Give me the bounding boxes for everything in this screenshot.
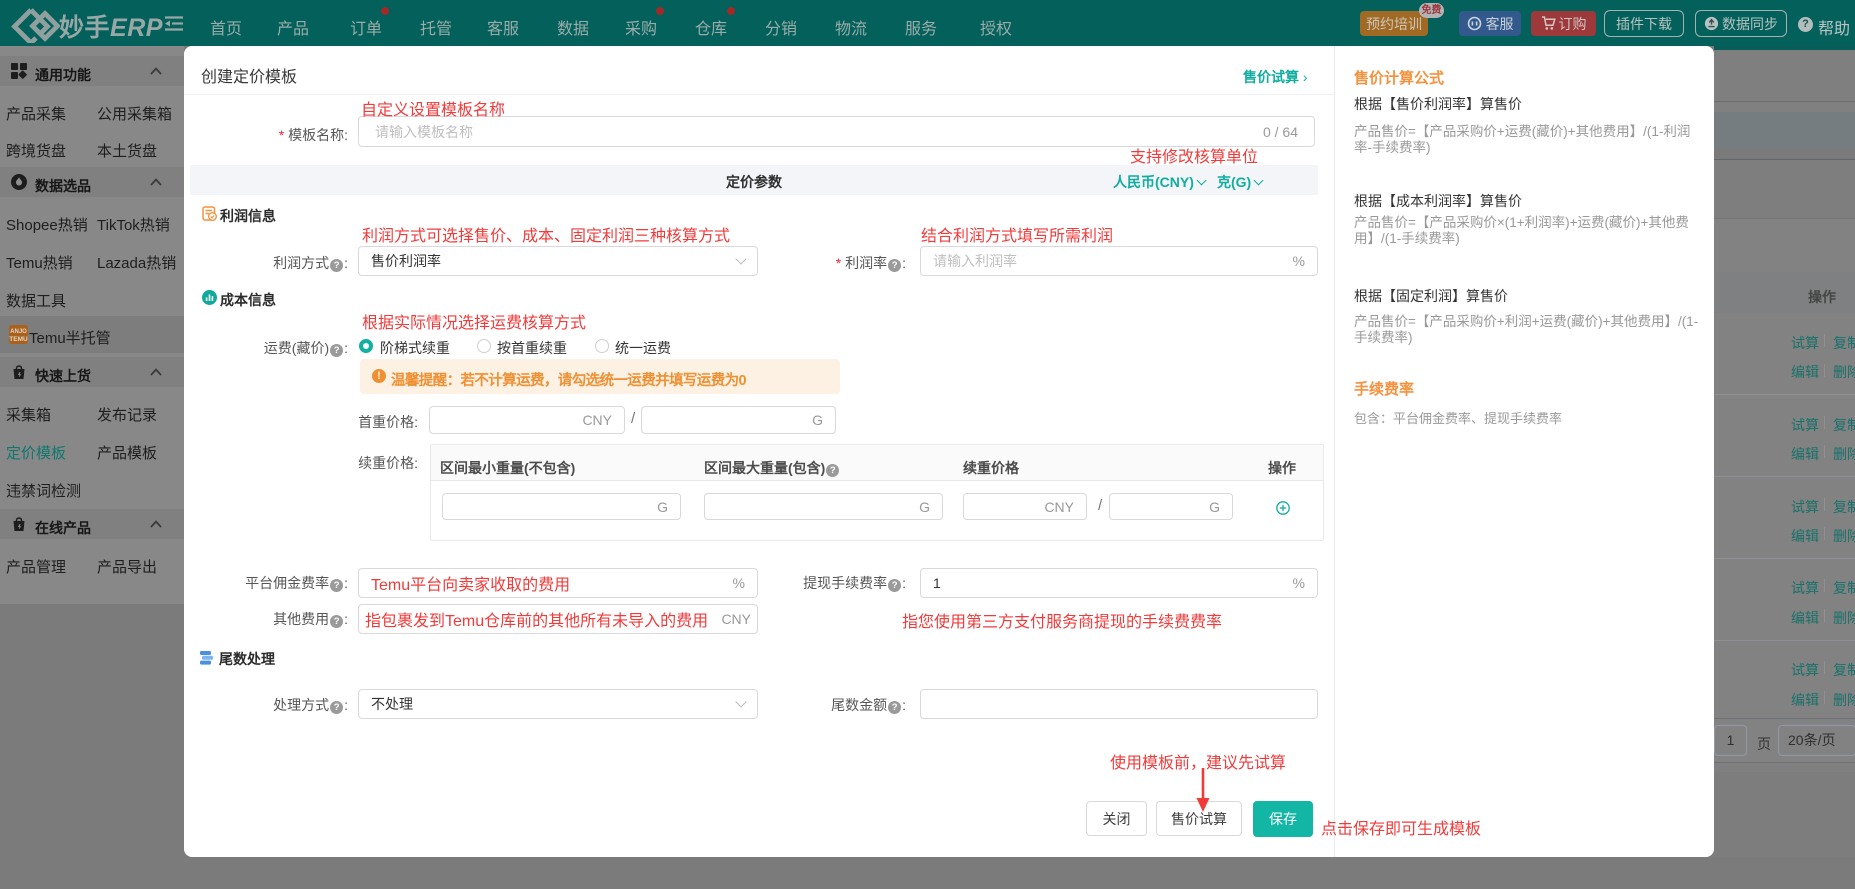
svg-text:TEMU: TEMU <box>9 336 28 343</box>
svg-text:ANJO: ANJO <box>10 329 27 335</box>
